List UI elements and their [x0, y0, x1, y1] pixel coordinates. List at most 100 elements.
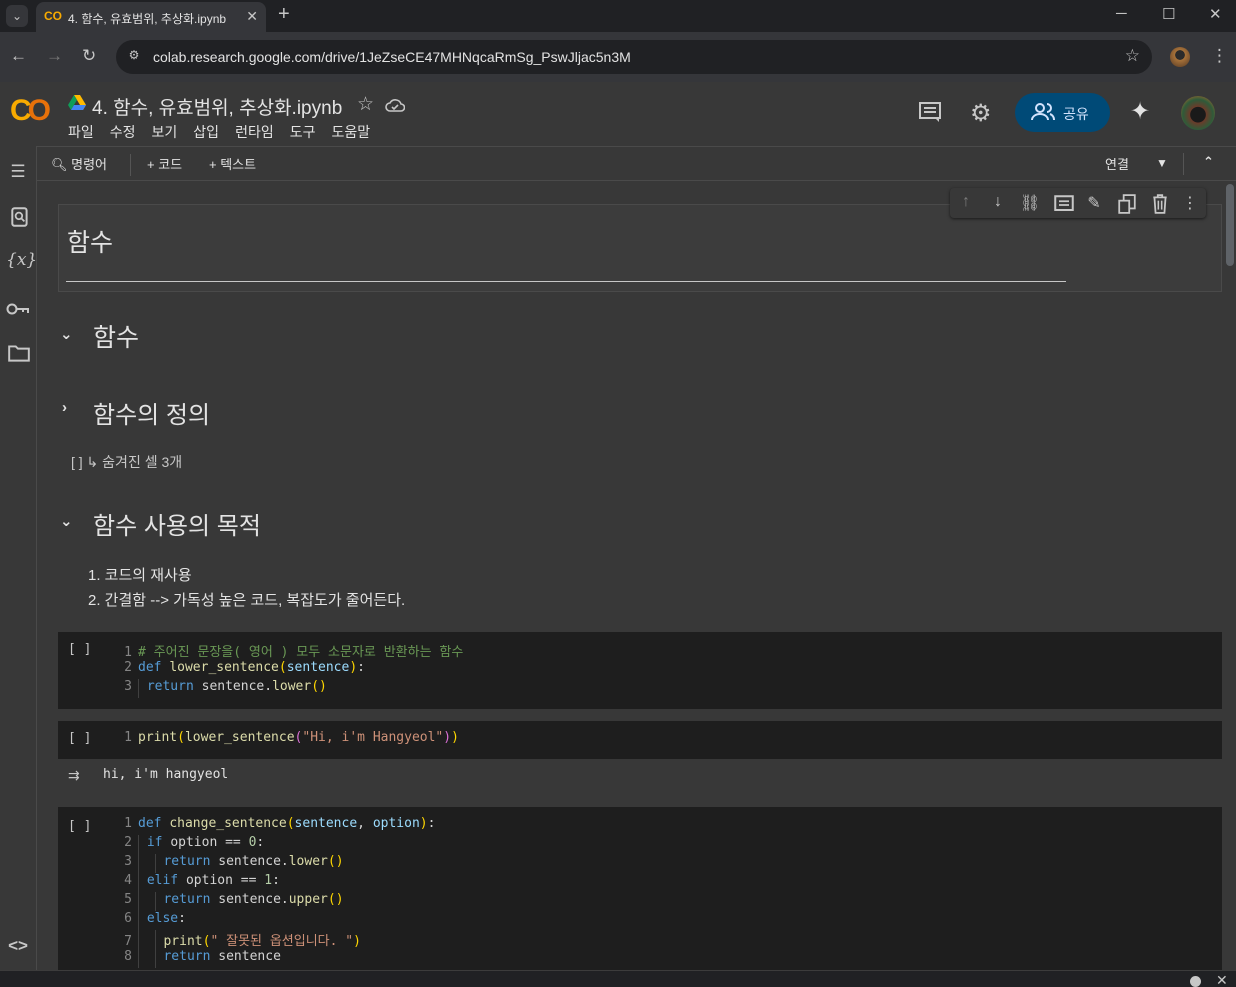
- code-line: 8 return sentence: [118, 949, 281, 968]
- line-number: 3: [124, 679, 132, 694]
- menu-file[interactable]: 파일: [68, 122, 94, 142]
- section-heading-purpose: 함수 사용의 목적: [93, 513, 261, 540]
- code-parameter: sentence: [286, 660, 350, 675]
- code-keyword: def: [138, 660, 162, 675]
- menu-runtime[interactable]: 런타임: [235, 122, 274, 142]
- output-text: hi, i'm hangyeol: [103, 767, 229, 782]
- run-cell-button[interactable]: [ ]: [68, 642, 91, 657]
- output-toggle-icon[interactable]: ⇉: [68, 767, 88, 785]
- collapse-header-icon[interactable]: ⌃: [1203, 154, 1214, 170]
- connect-button[interactable]: 연결: [1105, 154, 1129, 173]
- menu-view[interactable]: 보기: [152, 122, 178, 142]
- url-text[interactable]: colab.research.google.com/drive/1JeZseCE…: [153, 49, 631, 65]
- settings-gear-icon[interactable]: ⚙: [970, 99, 992, 128]
- left-sidebar: ☰ {x} <>: [0, 146, 37, 970]
- code-line: 5 return sentence.upper(): [118, 892, 344, 911]
- colab-logo[interactable]: CO: [10, 94, 54, 127]
- run-cell-button[interactable]: [ ]: [68, 731, 91, 746]
- cell-toolbar: ↑ ↓ ⛓︎ ✎ ⋮: [950, 188, 1206, 218]
- back-arrow-icon[interactable]: ←: [10, 46, 27, 66]
- line-number: 2: [124, 835, 132, 850]
- command-palette-button[interactable]: 🔍︎ 명령어: [51, 154, 107, 173]
- line-number: 1: [124, 730, 132, 745]
- tab-close-icon[interactable]: ✕: [246, 8, 258, 25]
- notebook-scrollbar[interactable]: [1224, 182, 1236, 970]
- scrollbar-thumb[interactable]: [1226, 184, 1234, 266]
- status-indicator-icon[interactable]: [1190, 976, 1201, 987]
- cloud-saved-icon[interactable]: [385, 97, 405, 113]
- share-button[interactable]: 공유: [1015, 93, 1110, 132]
- people-icon: [1031, 103, 1055, 121]
- code-method: lower: [272, 679, 312, 694]
- code-function-name: change_sentence: [169, 816, 287, 831]
- comment-icon[interactable]: [1054, 195, 1074, 215]
- add-code-button[interactable]: + 코드: [147, 154, 182, 173]
- code-string: "Hi, i'm Hangyeol": [302, 730, 444, 745]
- reload-icon[interactable]: ↻: [82, 46, 96, 66]
- star-notebook-icon[interactable]: ☆: [357, 93, 374, 116]
- line-number: 4: [124, 873, 132, 888]
- connect-dropdown-icon[interactable]: ▼: [1156, 156, 1168, 170]
- toc-icon[interactable]: ☰: [6, 162, 30, 184]
- collapse-section-chevron-icon[interactable]: ⌄: [60, 512, 73, 530]
- code-cell-lower-sentence[interactable]: [ ] 1 # 주어진 문장을( 영어 ) 모두 소문자로 반환하는 함수 2 de…: [58, 632, 1222, 709]
- bookmark-star-icon[interactable]: ☆: [1125, 46, 1140, 66]
- code-line: 7 print(" 잘못된 옵션입니다. "): [118, 930, 361, 949]
- tab-search-button[interactable]: ⌄: [6, 5, 28, 27]
- browser-profile-avatar[interactable]: [1170, 47, 1190, 67]
- browser-menu-icon[interactable]: ⋮: [1211, 46, 1228, 66]
- code-cell-print[interactable]: [ ] 1 print(lower_sentence("Hi, i'm Hangy…: [58, 721, 1222, 759]
- add-text-button[interactable]: + 텍스트: [209, 154, 256, 173]
- google-drive-icon[interactable]: [68, 95, 86, 111]
- maximize-button[interactable]: ☐: [1162, 5, 1175, 23]
- find-replace-icon[interactable]: [8, 206, 32, 228]
- edit-pencil-icon[interactable]: ✎: [1084, 193, 1104, 213]
- code-string: " 잘못된 옵션입니다. ": [210, 934, 354, 949]
- minimize-button[interactable]: ─: [1116, 5, 1127, 22]
- code-line: 1 print(lower_sentence("Hi, i'm Hangyeol"…: [118, 730, 459, 749]
- close-window-button[interactable]: ✕: [1209, 5, 1222, 23]
- menu-insert[interactable]: 삽입: [193, 122, 219, 142]
- code-snippets-icon[interactable]: <>: [6, 936, 30, 958]
- forward-arrow-icon[interactable]: →: [46, 46, 63, 66]
- tab-title: 4. 함수, 유효범위, 추상화.ipynb: [68, 12, 227, 26]
- toolbar-divider: [1183, 153, 1184, 175]
- new-tab-button[interactable]: +: [278, 3, 290, 26]
- menu-edit[interactable]: 수정: [110, 122, 136, 142]
- menu-bar: 파일 수정 보기 삽입 런타임 도구 도움말: [68, 122, 386, 142]
- code-line: 6 else:: [118, 911, 186, 930]
- line-number: 3: [124, 854, 132, 869]
- delete-trash-icon[interactable]: [1150, 194, 1170, 214]
- menu-help[interactable]: 도움말: [331, 122, 370, 142]
- move-down-icon[interactable]: ↓: [988, 193, 1008, 213]
- expand-section-chevron-icon[interactable]: ›: [62, 399, 67, 416]
- menu-tools[interactable]: 도구: [290, 122, 316, 142]
- share-label: 공유: [1063, 106, 1089, 122]
- collapse-section-chevron-icon[interactable]: ⌄: [60, 325, 73, 343]
- browser-tab[interactable]: CO 4. 함수, 유효범위, 추상화.ipynb ✕: [36, 2, 266, 32]
- purpose-item-2: 2. 간결함 --> 가독성 높은 코드, 복잡도가 줄어든다.: [88, 592, 406, 609]
- address-bar-row: ← → ↻ ⚙ colab.research.google.com/drive/…: [0, 32, 1236, 82]
- files-folder-icon[interactable]: [7, 342, 31, 364]
- mirror-cell-icon[interactable]: [1117, 194, 1137, 214]
- omnibox[interactable]: ⚙ colab.research.google.com/drive/1JeZse…: [116, 40, 1152, 74]
- notebook-title[interactable]: 4. 함수, 유효범위, 추상화.ipynb: [92, 93, 342, 120]
- user-avatar[interactable]: [1181, 96, 1215, 130]
- comments-icon[interactable]: [918, 101, 942, 123]
- hidden-cells-button[interactable]: [ ] ↳ 숨겨진 셀 3개: [71, 452, 182, 472]
- variables-icon[interactable]: {x}: [6, 250, 37, 272]
- run-cell-button[interactable]: [ ]: [68, 819, 91, 834]
- gemini-sparkle-icon[interactable]: ✦: [1130, 97, 1150, 126]
- more-options-icon[interactable]: ⋮: [1180, 193, 1200, 213]
- move-up-icon[interactable]: ↑: [956, 193, 976, 213]
- status-bar: ✕: [0, 970, 1236, 987]
- link-icon[interactable]: ⛓︎: [1020, 193, 1040, 213]
- command-label: 명령어: [71, 157, 108, 172]
- section-heading-functions: 함수: [93, 324, 140, 352]
- notebook-content[interactable]: 함수 ↑ ↓ ⛓︎ ✎ ⋮ ⌄ 함수 › 함수의 정의 [ ] ↳ 숨겨진 셀 …: [38, 182, 1224, 970]
- site-info-icon[interactable]: ⚙: [124, 48, 144, 66]
- code-cell-change-sentence[interactable]: [ ] 1 def change_sentence(sentence, optio…: [58, 807, 1222, 970]
- secrets-key-icon[interactable]: [6, 298, 30, 320]
- line-number: 5: [124, 892, 132, 907]
- close-status-icon[interactable]: ✕: [1216, 972, 1228, 987]
